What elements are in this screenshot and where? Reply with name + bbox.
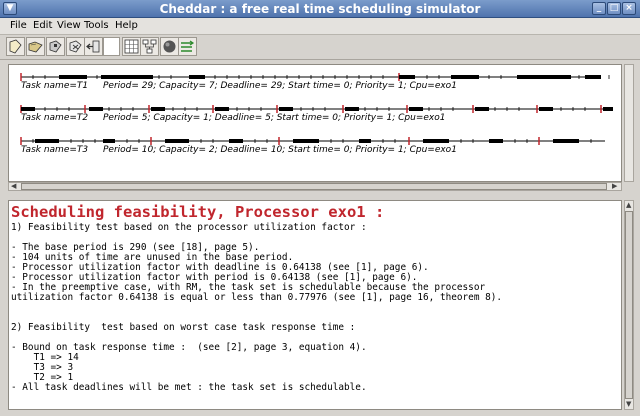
timeline-row-t1 [20,73,610,81]
scheduling-timeline[interactable]: Task name=T1 Period= 29; Capacity= 7; De… [8,64,622,182]
report-line: utilization factor 0.64138 is equal or l… [11,292,503,303]
grid-icon[interactable] [122,37,141,56]
scroll-left-arrow-icon[interactable]: ◀ [11,183,16,190]
timeline-vertical-scrollbar[interactable] [624,64,634,182]
report-line: 2) Feasibility test based on worst case … [11,322,356,333]
new-icon[interactable] [6,37,25,56]
task-name-t1: Task name=T1 [21,81,89,91]
title-bar: ▼ Cheddar : a free real time scheduling … [0,0,640,18]
blank-field[interactable] [103,37,120,56]
close-window-button[interactable]: × [622,2,636,15]
menu-file[interactable]: File [10,20,27,31]
timeline-row-t2 [20,105,613,113]
open-icon[interactable] [26,37,45,56]
task-name-t2: Task name=T2 [21,113,89,123]
menu-edit[interactable]: Edit [33,20,52,31]
report-line: - All task deadlines will be met : the t… [11,382,367,393]
scroll-down-arrow-icon[interactable]: ▼ [626,401,631,408]
close-file-icon[interactable] [66,37,85,56]
scroll-right-arrow-icon[interactable]: ▶ [612,183,617,190]
scroll-up-arrow-icon[interactable]: ▲ [626,202,631,209]
menu-help[interactable]: Help [115,20,138,31]
maximize-button[interactable]: □ [607,2,621,15]
task-details-t3: Period= 10; Capacity= 2; Deadline= 10; S… [103,145,457,155]
task-name-t3: Task name=T3 [21,145,89,155]
report-heading: Scheduling feasibility, Processor exo1 : [11,203,385,221]
report-vertical-scrollbar[interactable]: ▲ ▼ [624,200,634,410]
menu-view[interactable]: View [57,20,81,31]
feasibility-report-panel[interactable]: Scheduling feasibility, Processor exo1 :… [8,200,622,410]
menu-bar: File Edit View Tools Help [0,18,640,35]
horizontal-scroll-thumb[interactable] [21,183,607,190]
vertical-scroll-thumb[interactable] [625,211,633,399]
task-details-t1: Period= 29; Capacity= 7; Deadline= 29; S… [103,81,457,91]
task-details-t2: Period= 5; Capacity= 1; Deadline= 5; Sta… [103,113,446,123]
toolbar [0,35,640,60]
timeline-row-t3 [20,137,605,145]
network-icon[interactable] [140,37,159,56]
simulate-icon[interactable] [178,37,197,56]
menu-tools[interactable]: Tools [84,20,109,31]
report-line: 1) Feasibility test based on the process… [11,222,367,233]
minimize-button[interactable]: _ [592,2,606,15]
window-title: Cheddar : a free real time scheduling si… [159,2,481,16]
save-icon[interactable] [46,37,65,56]
timeline-horizontal-scrollbar[interactable]: ◀ ▶ [8,182,622,191]
exit-icon[interactable] [84,37,103,56]
pane-splitter[interactable] [0,192,640,200]
sphere-icon[interactable] [160,37,179,56]
